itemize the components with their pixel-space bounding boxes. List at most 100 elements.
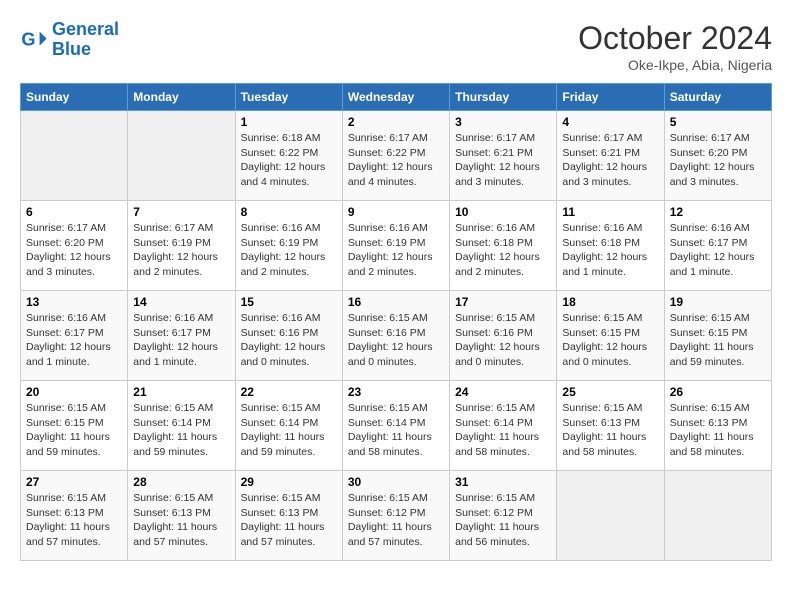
day-number: 1 [241,115,337,129]
day-info: Sunrise: 6:15 AM Sunset: 6:13 PM Dayligh… [133,491,229,550]
day-info: Sunrise: 6:15 AM Sunset: 6:16 PM Dayligh… [455,311,551,370]
day-info: Sunrise: 6:15 AM Sunset: 6:14 PM Dayligh… [133,401,229,460]
calendar-cell: 10Sunrise: 6:16 AM Sunset: 6:18 PM Dayli… [450,201,557,291]
dow-header-thursday: Thursday [450,84,557,111]
calendar-week-3: 13 Sunrise: 6:16 AM Sunset: 6:17 PM Dayli… [21,291,772,381]
day-number: 28 [133,475,229,489]
calendar-cell: 1 Sunrise: 6:18 AM Sunset: 6:22 PM Daylig… [235,111,342,201]
month-title: October 2024 [578,20,772,57]
title-block: October 2024 Oke-Ikpe, Abia, Nigeria [578,20,772,73]
day-number: 25 [562,385,658,399]
day-info: Sunrise: 6:15 AM Sunset: 6:14 PM Dayligh… [455,401,551,460]
day-number: 30 [348,475,444,489]
calendar-cell: 26 Sunrise: 6:15 AM Sunset: 6:13 PM Dayli… [664,381,771,471]
day-info: Sunrise: 6:17 AM Sunset: 6:20 PM Dayligh… [26,221,122,280]
day-number: 17 [455,295,551,309]
calendar-cell: 3Sunrise: 6:17 AM Sunset: 6:21 PM Daylig… [450,111,557,201]
day-number: 20 [26,385,122,399]
calendar-cell [21,111,128,201]
calendar-cell: 11 Sunrise: 6:16 AM Sunset: 6:18 PM Dayli… [557,201,664,291]
day-number: 8 [241,205,337,219]
calendar-week-5: 27Sunrise: 6:15 AM Sunset: 6:13 PM Dayli… [21,471,772,561]
day-number: 2 [348,115,444,129]
calendar-cell: 28 Sunrise: 6:15 AM Sunset: 6:13 PM Dayli… [128,471,235,561]
day-info: Sunrise: 6:15 AM Sunset: 6:12 PM Dayligh… [348,491,444,550]
day-info: Sunrise: 6:16 AM Sunset: 6:17 PM Dayligh… [26,311,122,370]
day-info: Sunrise: 6:17 AM Sunset: 6:20 PM Dayligh… [670,131,766,190]
calendar-week-2: 6 Sunrise: 6:17 AM Sunset: 6:20 PM Daylig… [21,201,772,291]
day-number: 18 [562,295,658,309]
day-info: Sunrise: 6:15 AM Sunset: 6:15 PM Dayligh… [26,401,122,460]
day-info: Sunrise: 6:17 AM Sunset: 6:21 PM Dayligh… [562,131,658,190]
calendar-cell [664,471,771,561]
day-number: 14 [133,295,229,309]
dow-header-wednesday: Wednesday [342,84,449,111]
day-number: 13 [26,295,122,309]
calendar-cell: 14 Sunrise: 6:16 AM Sunset: 6:17 PM Dayli… [128,291,235,381]
day-info: Sunrise: 6:15 AM Sunset: 6:14 PM Dayligh… [241,401,337,460]
day-info: Sunrise: 6:17 AM Sunset: 6:19 PM Dayligh… [133,221,229,280]
day-info: Sunrise: 6:16 AM Sunset: 6:17 PM Dayligh… [670,221,766,280]
calendar-cell: 29Sunrise: 6:15 AM Sunset: 6:13 PM Dayli… [235,471,342,561]
day-info: Sunrise: 6:18 AM Sunset: 6:22 PM Dayligh… [241,131,337,190]
calendar-cell: 13 Sunrise: 6:16 AM Sunset: 6:17 PM Dayli… [21,291,128,381]
day-info: Sunrise: 6:15 AM Sunset: 6:16 PM Dayligh… [348,311,444,370]
day-info: Sunrise: 6:16 AM Sunset: 6:17 PM Dayligh… [133,311,229,370]
calendar-cell: 9Sunrise: 6:16 AM Sunset: 6:19 PM Daylig… [342,201,449,291]
logo-text: General Blue [52,20,119,60]
calendar-cell: 2 Sunrise: 6:17 AM Sunset: 6:22 PM Daylig… [342,111,449,201]
dow-header-tuesday: Tuesday [235,84,342,111]
calendar-cell: 7 Sunrise: 6:17 AM Sunset: 6:19 PM Daylig… [128,201,235,291]
day-number: 16 [348,295,444,309]
calendar-cell: 6 Sunrise: 6:17 AM Sunset: 6:20 PM Daylig… [21,201,128,291]
day-number: 22 [241,385,337,399]
location-subtitle: Oke-Ikpe, Abia, Nigeria [578,57,772,73]
calendar-cell: 12Sunrise: 6:16 AM Sunset: 6:17 PM Dayli… [664,201,771,291]
day-number: 11 [562,205,658,219]
day-number: 6 [26,205,122,219]
day-number: 7 [133,205,229,219]
dow-header-saturday: Saturday [664,84,771,111]
day-info: Sunrise: 6:16 AM Sunset: 6:16 PM Dayligh… [241,311,337,370]
calendar-week-1: 1 Sunrise: 6:18 AM Sunset: 6:22 PM Daylig… [21,111,772,201]
svg-text:G: G [21,29,35,49]
day-info: Sunrise: 6:15 AM Sunset: 6:15 PM Dayligh… [562,311,658,370]
day-number: 29 [241,475,337,489]
day-number: 21 [133,385,229,399]
day-number: 31 [455,475,551,489]
calendar-table: SundayMondayTuesdayWednesdayThursdayFrid… [20,83,772,561]
calendar-cell: 30 Sunrise: 6:15 AM Sunset: 6:12 PM Dayli… [342,471,449,561]
day-number: 26 [670,385,766,399]
day-number: 10 [455,205,551,219]
day-info: Sunrise: 6:17 AM Sunset: 6:22 PM Dayligh… [348,131,444,190]
day-info: Sunrise: 6:16 AM Sunset: 6:19 PM Dayligh… [241,221,337,280]
calendar-cell: 4Sunrise: 6:17 AM Sunset: 6:21 PM Daylig… [557,111,664,201]
day-info: Sunrise: 6:15 AM Sunset: 6:13 PM Dayligh… [670,401,766,460]
calendar-cell: 24 Sunrise: 6:15 AM Sunset: 6:14 PM Dayli… [450,381,557,471]
dow-header-monday: Monday [128,84,235,111]
day-number: 24 [455,385,551,399]
day-number: 19 [670,295,766,309]
calendar-cell: 20 Sunrise: 6:15 AM Sunset: 6:15 PM Dayli… [21,381,128,471]
calendar-cell: 23Sunrise: 6:15 AM Sunset: 6:14 PM Dayli… [342,381,449,471]
logo-icon: G [20,26,48,54]
calendar-cell [557,471,664,561]
day-info: Sunrise: 6:16 AM Sunset: 6:18 PM Dayligh… [562,221,658,280]
calendar-cell: 17 Sunrise: 6:15 AM Sunset: 6:16 PM Dayli… [450,291,557,381]
calendar-cell: 22 Sunrise: 6:15 AM Sunset: 6:14 PM Dayli… [235,381,342,471]
day-number: 15 [241,295,337,309]
calendar-week-4: 20 Sunrise: 6:15 AM Sunset: 6:15 PM Dayli… [21,381,772,471]
day-number: 9 [348,205,444,219]
calendar-cell: 19Sunrise: 6:15 AM Sunset: 6:15 PM Dayli… [664,291,771,381]
calendar-cell: 18 Sunrise: 6:15 AM Sunset: 6:15 PM Dayli… [557,291,664,381]
logo: G General Blue [20,20,119,60]
day-info: Sunrise: 6:15 AM Sunset: 6:12 PM Dayligh… [455,491,551,550]
calendar-cell: 8 Sunrise: 6:16 AM Sunset: 6:19 PM Daylig… [235,201,342,291]
day-info: Sunrise: 6:15 AM Sunset: 6:13 PM Dayligh… [26,491,122,550]
calendar-cell: 27Sunrise: 6:15 AM Sunset: 6:13 PM Dayli… [21,471,128,561]
calendar-cell: 16 Sunrise: 6:15 AM Sunset: 6:16 PM Dayli… [342,291,449,381]
calendar-cell [128,111,235,201]
day-info: Sunrise: 6:15 AM Sunset: 6:13 PM Dayligh… [562,401,658,460]
day-number: 23 [348,385,444,399]
calendar-cell: 21 Sunrise: 6:15 AM Sunset: 6:14 PM Dayli… [128,381,235,471]
